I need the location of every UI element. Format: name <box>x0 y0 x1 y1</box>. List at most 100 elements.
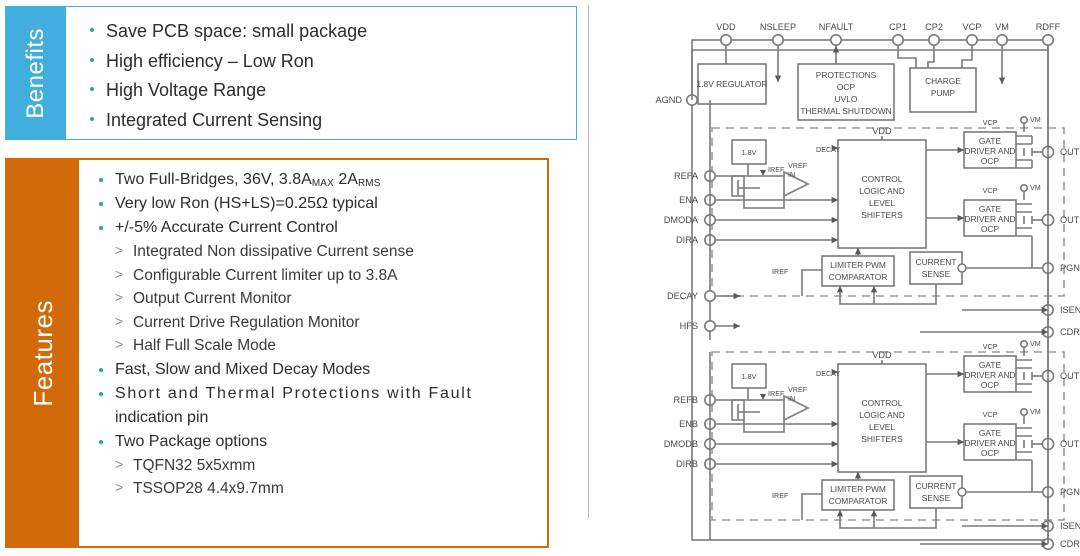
block-regulator-label: 1.8V REGULATOR <box>697 79 768 89</box>
benefits-panel: Benefits Save PCB space: small package H… <box>5 6 577 140</box>
chevron-right-icon: > <box>115 479 124 496</box>
block-gd-b1-label-3: OCP <box>981 380 1000 390</box>
pin-label-cp1: CP1 <box>889 22 907 32</box>
bullet-dot <box>90 28 94 33</box>
pin-label-cdra: CDRA <box>1060 327 1080 337</box>
pin-label-out2b: OUT2B <box>1060 439 1080 449</box>
column-divider <box>588 6 589 518</box>
pin-label-hfs: HFS <box>680 321 698 331</box>
pin-label-dmodb: DMODB <box>664 439 698 449</box>
bullet-dot <box>99 391 103 396</box>
features-panel: Features Two Full-Bridges, 36V, 3.8AMAX … <box>5 158 549 548</box>
chevron-right-icon: > <box>115 312 124 329</box>
features-item-2: +/-5% Accurate Current Control <box>115 219 338 237</box>
block-gd-b1-label-1: GATE <box>979 360 1002 370</box>
benefits-tab: Benefits <box>6 7 66 139</box>
label-vdd-a: VDD <box>872 126 892 136</box>
features-sub-item-4: Half Full Scale Mode <box>133 337 277 355</box>
block-limiter-a-label-1: LIMITER PWM <box>830 260 886 270</box>
bullet-dot <box>99 177 103 182</box>
chevron-right-icon: > <box>115 265 124 282</box>
block-charge-pump-label-2: PUMP <box>931 88 956 98</box>
features-sub-item-1: Configurable Current limiter up to 3.8A <box>133 266 398 284</box>
right-pin-group-a: OUT1A OUT2A PGND ISENA CDRA <box>920 145 1080 338</box>
pin-nsleep <box>772 33 785 46</box>
block-gd-b2-label-3: OCP <box>981 448 1000 458</box>
block-cs-a-label-2: SENSE <box>922 269 951 279</box>
block-protections-label-4: THERMAL SHUTDOWN <box>800 106 891 116</box>
pin-label-isenb: ISENB <box>1060 521 1080 531</box>
list-item: > Integrated Non dissipative Current sens… <box>107 240 547 264</box>
label-iref-a: IREF <box>768 165 785 174</box>
pin-label-nfault: NFAULT <box>819 22 854 32</box>
pin-label-agnd: AGND <box>655 95 682 105</box>
bullet-dot <box>99 367 103 372</box>
label-vref-b-1: VREF <box>788 385 808 394</box>
pin-label-rdff: RDFF <box>1036 22 1061 32</box>
list-item: +/-5% Accurate Current Control <box>93 216 547 240</box>
package-option-0: TQFN32 5x5xmm <box>133 456 256 474</box>
block-gd-b2-label-1: GATE <box>979 428 1002 438</box>
label-decay-b: DECAY <box>816 369 840 378</box>
features-item-0-sub-max: MAX <box>311 178 334 190</box>
label-vcp-a2: VCP <box>983 186 998 195</box>
pin-vcp <box>965 33 978 46</box>
pin-label-enb: ENB <box>679 419 698 429</box>
label-vref-b-2: IN <box>788 394 795 403</box>
list-item: > TQFN32 5x5xmm <box>107 454 547 478</box>
block-ref-b-label: 1.8V <box>742 372 757 381</box>
block-cs-b-label-2: SENSE <box>922 493 951 503</box>
pin-decay <box>704 289 717 302</box>
block-diagram: VDD NSLEEP NFAULT CP1 CP2 VCP VM RDFF AG… <box>600 0 1080 556</box>
list-item: Two Full-Bridges, 36V, 3.8AMAX 2ARMS <box>93 168 547 192</box>
left-content-column: Benefits Save PCB space: small package H… <box>0 0 580 556</box>
label-vm-a2: VM <box>1030 183 1041 192</box>
label-iref-bot-b: IREF <box>772 491 789 500</box>
features-item-0-pre: Two Full-Bridges, 36V, 3.8A <box>115 171 312 188</box>
block-gd-a2-label-1: GATE <box>979 204 1002 214</box>
bullet-dot <box>99 439 103 444</box>
label-vm-b2: VM <box>1030 407 1041 416</box>
label-decay-a: DECAY <box>816 145 840 154</box>
sub-list-wrapper: > Integrated Non dissipative Current sens… <box>93 240 547 358</box>
bullet-dot <box>90 116 94 121</box>
list-item: Two Package options <box>93 430 547 454</box>
block-control-a-label-3: LEVEL <box>869 198 895 208</box>
block-gd-a1-label-3: OCP <box>981 156 1000 166</box>
list-item: High efficiency – Low Ron <box>84 47 576 77</box>
benefits-list: Save PCB space: small package High effic… <box>84 17 576 135</box>
list-item: > Output Current Monitor <box>107 287 547 311</box>
pin-label-dira: DIRA <box>676 235 699 245</box>
pin-label-refb: REFB <box>673 395 698 405</box>
pin-label-out1a: OUT1A <box>1060 147 1080 157</box>
package-options-list: > TQFN32 5x5xmm > TSSOP28 4.4x9.7mm <box>107 454 547 501</box>
list-item: Short and Thermal Protections with Fault… <box>93 382 547 430</box>
block-ref-a-label: 1.8V <box>742 148 757 157</box>
block-limiter-b-label-2: COMPARATOR <box>829 496 888 506</box>
pin-nfault <box>830 33 843 46</box>
features-sub-item-0: Integrated Non dissipative Current sense <box>133 243 414 261</box>
pin-cp1 <box>891 33 904 46</box>
list-item: > Current Drive Regulation Monitor <box>107 311 547 335</box>
benefits-item-0: Save PCB space: small package <box>106 21 368 41</box>
pin-label-nsleep: NSLEEP <box>760 22 796 32</box>
block-control-a-label-4: SHIFTERS <box>861 210 903 220</box>
pin-label-cp2: CP2 <box>925 22 943 32</box>
pin-vm <box>995 33 1008 46</box>
pin-label-pgnd-b: PGND <box>1060 487 1080 497</box>
pin-label-dmoda: DMODA <box>664 215 699 225</box>
pin-label-vm: VM <box>995 22 1009 32</box>
benefits-body: Save PCB space: small package High effic… <box>66 7 576 139</box>
chevron-right-icon: > <box>115 336 124 353</box>
features-item-5: Two Package options <box>115 432 268 450</box>
list-item: > Configurable Current limiter up to 3.8A <box>107 264 547 288</box>
block-gd-b1-label-2: DRIVER AND <box>964 370 1015 380</box>
features-sub-list: > Integrated Non dissipative Current sens… <box>107 240 547 358</box>
pin-label-vdd: VDD <box>716 22 736 32</box>
pin-label-decay: DECAY <box>667 291 698 301</box>
block-charge-pump-label-1: CHARGE <box>925 76 961 86</box>
block-gd-b2-label-2: DRIVER AND <box>964 438 1015 448</box>
sub-list-wrapper: > TQFN32 5x5xmm > TSSOP28 4.4x9.7mm <box>93 454 547 501</box>
features-body: Two Full-Bridges, 36V, 3.8AMAX 2ARMS Ver… <box>79 160 547 546</box>
pin-hfs <box>704 319 717 332</box>
